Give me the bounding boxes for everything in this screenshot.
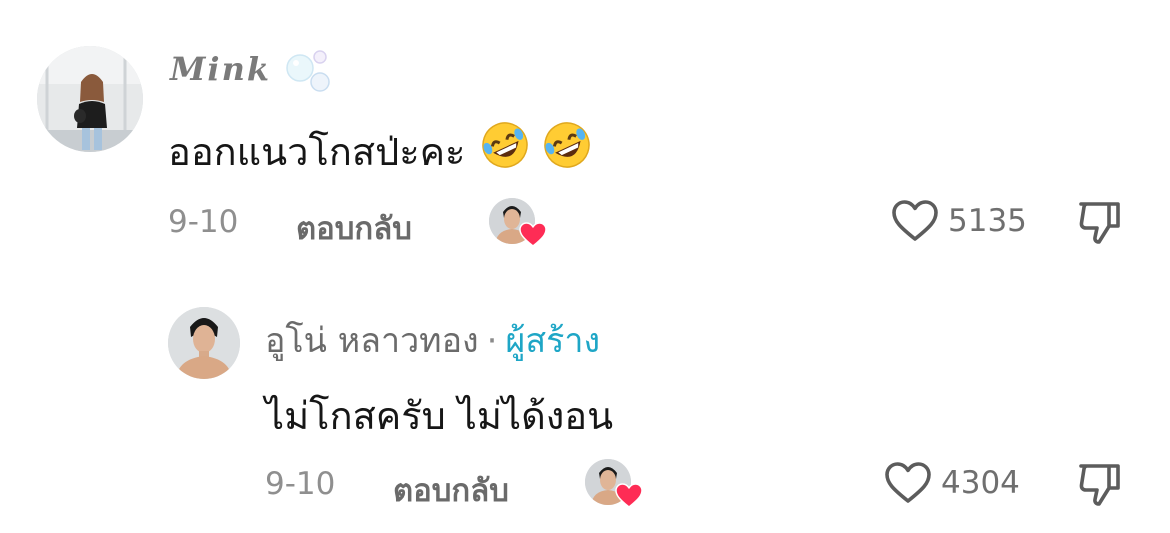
comment-text: ไม่โกสครับ ไม่ได้งอน bbox=[265, 385, 613, 446]
username-text: อูโน่ หลาวทอง bbox=[265, 321, 479, 361]
avatar[interactable] bbox=[37, 46, 143, 152]
creator-liked-badge bbox=[585, 459, 645, 511]
avatar[interactable] bbox=[168, 307, 240, 379]
heart-outline-icon bbox=[885, 462, 931, 503]
dislike-icon[interactable] bbox=[1075, 460, 1123, 508]
like-count: 5135 bbox=[948, 203, 1027, 239]
separator-dot: · bbox=[486, 321, 498, 361]
creator-badge: ผู้สร้าง bbox=[505, 321, 601, 361]
comment-date: 9-10 bbox=[265, 466, 336, 502]
heart-badge-icon bbox=[615, 483, 643, 508]
like-count: 4304 bbox=[941, 465, 1020, 501]
heart-badge-icon bbox=[519, 222, 547, 247]
creator-liked-badge bbox=[489, 198, 549, 250]
rolling-on-floor-laughing-icon bbox=[478, 119, 532, 180]
like-button[interactable]: 4304 bbox=[884, 458, 1034, 508]
comment-text: ออกแนวโกสป่ะคะ bbox=[168, 119, 594, 182]
bubble-icon bbox=[286, 50, 330, 92]
reply-button[interactable]: ตอบกลับ bbox=[393, 465, 509, 515]
rolling-on-floor-laughing-icon bbox=[540, 119, 594, 180]
username[interactable]: Mink bbox=[170, 50, 271, 88]
comment-body: ออกแนวโกสป่ะคะ bbox=[168, 130, 466, 174]
dislike-icon[interactable] bbox=[1075, 198, 1123, 246]
username-text: Mink bbox=[170, 50, 272, 88]
like-button[interactable]: 5135 bbox=[891, 196, 1031, 246]
username[interactable]: อูโน่ หลาวทอง · ผู้สร้าง bbox=[265, 313, 600, 367]
comment-body: ไม่โกสครับ ไม่ได้งอน bbox=[265, 394, 614, 438]
heart-outline-icon bbox=[892, 200, 938, 241]
comment-date: 9-10 bbox=[168, 204, 239, 240]
reply-button[interactable]: ตอบกลับ bbox=[296, 203, 412, 253]
